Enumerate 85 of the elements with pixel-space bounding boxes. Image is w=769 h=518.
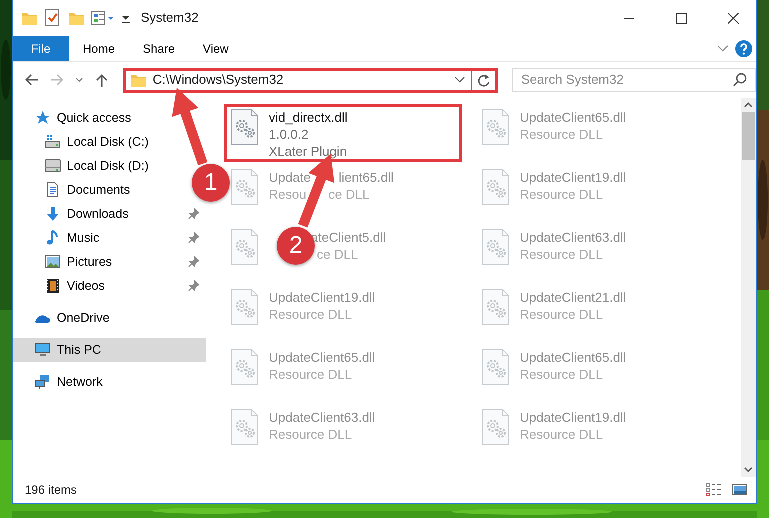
file-detail: Resou <box>269 186 307 203</box>
back-arrow-icon[interactable] <box>25 74 38 86</box>
network-icon <box>35 374 51 390</box>
drive-icon <box>45 158 61 174</box>
document-icon <box>45 182 61 198</box>
chevron-down-icon[interactable] <box>717 45 729 52</box>
dll-file-icon <box>482 349 510 386</box>
picture-icon <box>45 254 61 270</box>
chevron-down-icon[interactable] <box>76 78 84 82</box>
file-detail: Resource DLL <box>520 306 604 323</box>
file-name: UpdateClient65.dll <box>269 349 376 366</box>
file-name: UpdateClient19.dll <box>269 289 376 306</box>
search-box[interactable]: Search System32 <box>512 68 756 92</box>
large-icons-view-icon[interactable] <box>732 483 748 497</box>
file-detail: Resource DLL <box>520 186 604 203</box>
file-menu-button[interactable]: File <box>13 36 69 61</box>
dll-file-icon <box>482 169 510 206</box>
dll-file-icon <box>231 289 259 326</box>
vertical-scrollbar[interactable] <box>741 98 756 477</box>
file-name: UpdateClient65.dll <box>520 349 626 366</box>
ribbon-tab[interactable]: View <box>189 36 243 61</box>
dll-file-icon <box>231 169 259 206</box>
dll-file-icon <box>231 409 259 446</box>
file-detail: Resource DLL <box>520 426 604 443</box>
file-name: UpdateClient65.dll <box>520 109 626 126</box>
file-name: vid_directx.dll <box>269 109 348 126</box>
file-detail: Resource DLL <box>520 366 604 383</box>
nav-item[interactable]: Quick access <box>13 106 136 130</box>
file-name: UpdateClient63.dll <box>269 409 376 426</box>
file-name: UpdateClient21.dll <box>520 289 626 306</box>
scrollbar-thumb[interactable] <box>742 112 755 160</box>
close-icon[interactable] <box>728 12 738 24</box>
ribbon-tab[interactable]: Home <box>69 36 130 61</box>
file-name: UpdateClient63.dll <box>520 229 626 246</box>
file-detail: ce DLL <box>328 186 370 203</box>
file-name: UpdateClient19.dll <box>520 409 626 426</box>
file-name: Update <box>269 169 311 186</box>
nav-item[interactable]: This PC <box>13 338 206 362</box>
music-note-icon <box>45 230 61 246</box>
nav-item[interactable]: OneDrive <box>13 306 114 330</box>
window-title: System32 <box>141 9 199 28</box>
file-detail: ce DLL <box>317 246 358 263</box>
details-view-icon[interactable] <box>706 483 722 497</box>
file-detail: 1.0.0.2 <box>269 126 309 143</box>
file-detail: Resource DLL <box>520 126 604 143</box>
help-icon[interactable] <box>735 40 753 58</box>
item-count: 196 items <box>25 482 78 499</box>
download-icon <box>45 206 61 222</box>
dll-file-icon <box>482 229 510 266</box>
nav-item[interactable]: Local Disk (D:) <box>13 154 153 178</box>
nav-item[interactable]: Documents <box>13 178 134 202</box>
address-bar[interactable]: C:\Windows\System32 <box>122 68 498 92</box>
search-icon[interactable] <box>733 73 748 87</box>
nav-item[interactable]: Music <box>13 226 104 250</box>
file-detail: Resource DLL <box>269 366 352 383</box>
dll-file-icon <box>482 409 510 446</box>
file-detail: XLater Plugin <box>269 143 348 160</box>
film-icon <box>45 278 61 294</box>
dll-file-icon <box>231 109 259 146</box>
ribbon-tab[interactable]: Share <box>129 36 190 61</box>
dll-file-icon <box>482 109 510 146</box>
file-name: UpdateClient19.dll <box>520 169 626 186</box>
dll-file-icon <box>231 229 259 266</box>
chevron-down-icon[interactable] <box>455 77 466 83</box>
file-detail: Resource DLL <box>520 246 604 263</box>
file-detail: Resource DLL <box>269 306 352 323</box>
nav-item[interactable]: Local Disk (C:) <box>13 130 153 154</box>
properties-icon[interactable] <box>91 10 115 26</box>
file-item[interactable]: vid_directx.dll 1.0.0.2 XLater Plugin <box>224 104 462 162</box>
checklist-icon[interactable] <box>44 9 62 27</box>
maximize-icon[interactable] <box>676 12 686 24</box>
nav-item[interactable]: Pictures <box>13 250 116 274</box>
nav-item[interactable]: Network <box>13 370 107 394</box>
drive-icon <box>45 134 61 150</box>
nav-item[interactable]: Videos <box>13 274 109 298</box>
file-detail: Resource DLL <box>269 426 352 443</box>
computer-icon <box>35 342 51 358</box>
dll-file-icon <box>482 289 510 326</box>
up-arrow-icon[interactable] <box>96 74 108 86</box>
star-icon <box>35 110 51 126</box>
refresh-icon[interactable] <box>477 74 490 86</box>
dll-file-icon <box>231 349 259 386</box>
file-name: lient65.dll <box>338 169 394 186</box>
address-path: C:\Windows\System32 <box>152 71 284 90</box>
nav-item[interactable]: Downloads <box>13 202 133 226</box>
